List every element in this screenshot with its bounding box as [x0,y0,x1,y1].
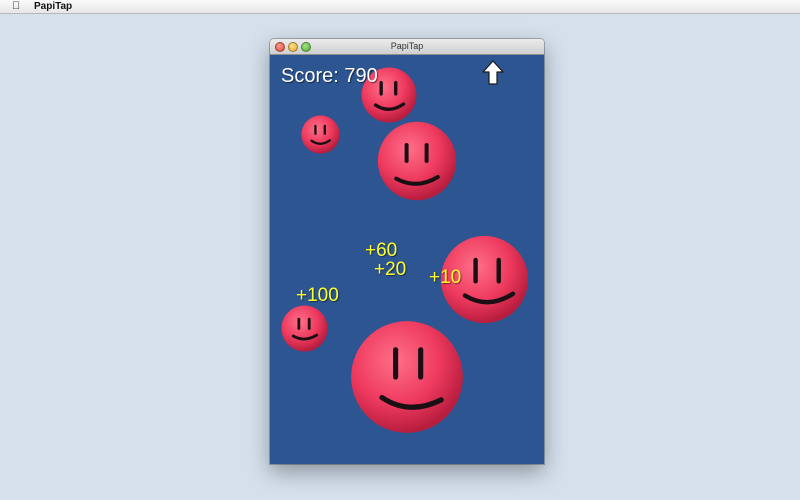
app-menu-name[interactable]: PapiTap [34,0,72,13]
menu-bar:  PapiTap [0,0,800,14]
points-popup: +10 [429,267,462,288]
app-window: PapiTap Score: 790 +60 +20 +10 +100 [270,39,544,464]
game-area[interactable]: Score: 790 +60 +20 +10 +100 [270,55,544,464]
smiley-ball[interactable] [301,115,340,154]
smiley-ball[interactable] [281,305,328,352]
apple-icon[interactable]:  [12,0,20,13]
up-arrow-icon[interactable] [481,60,505,86]
title-bar[interactable]: PapiTap [270,39,544,55]
points-popup: +20 [374,259,407,280]
smiley-ball[interactable] [350,320,464,434]
smiley-ball[interactable] [377,121,457,201]
points-popup: +100 [296,285,339,306]
window-title: PapiTap [390,41,424,51]
score-label: Score: 790 [281,65,378,87]
